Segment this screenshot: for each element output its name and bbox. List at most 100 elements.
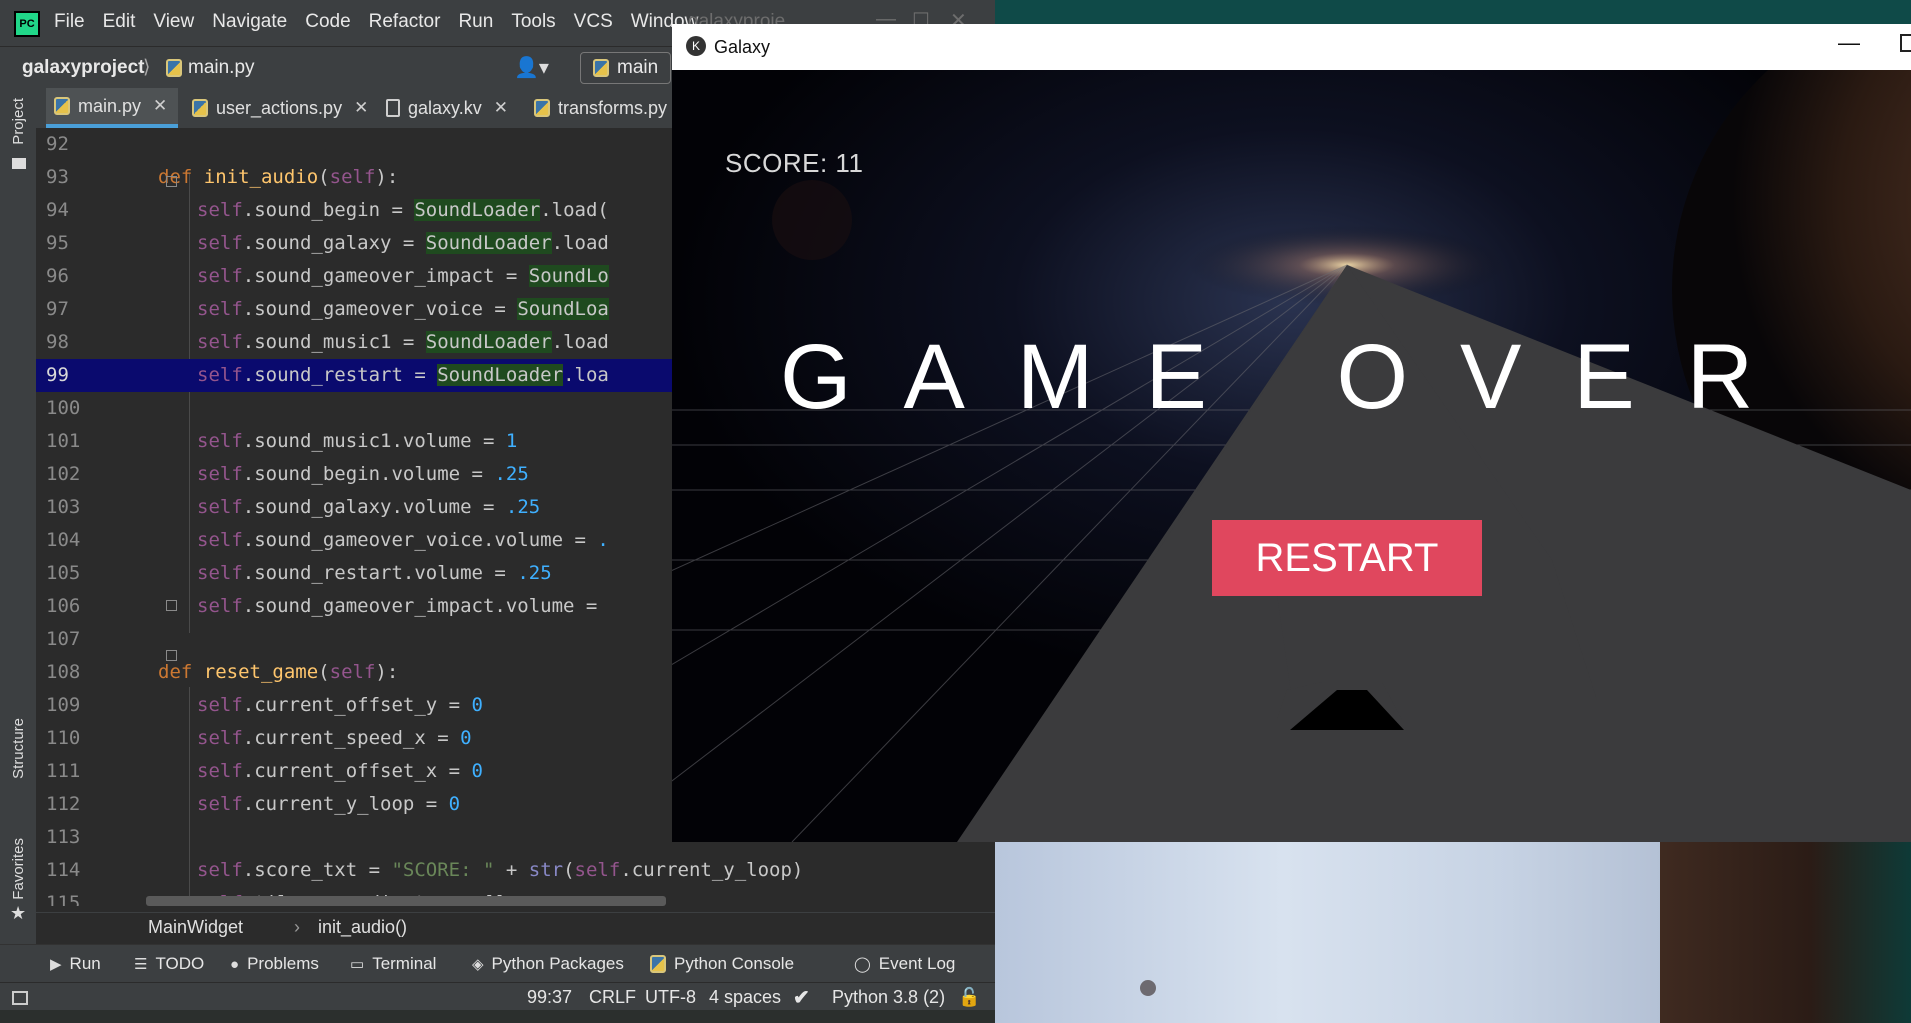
code-text: self.score_txt = "SCORE: " + str(self.cu…: [197, 859, 804, 881]
python-packages-tool-button[interactable]: ◈ Python Packages: [472, 954, 624, 974]
run-tool-button[interactable]: ▶ Run: [50, 954, 101, 974]
python-file-icon: [192, 99, 208, 117]
game-canvas[interactable]: SCORE: 11 GAME OVER RESTART: [672, 70, 1911, 842]
layout-toggle-icon[interactable]: [12, 991, 28, 1005]
tab-transforms-py[interactable]: transforms.py: [534, 88, 667, 128]
score-label: SCORE: 11: [725, 148, 864, 178]
python-packages-tool-label: Python Packages: [491, 954, 624, 973]
event-log-tool-button[interactable]: ◯ Event Log: [854, 954, 955, 974]
editor-breadcrumb: MainWidget › init_audio(): [36, 912, 995, 943]
code-line[interactable]: 114 self.score_txt = "SCORE: " + str(self…: [36, 854, 995, 887]
crumb-chevron-icon: ⟩: [143, 57, 151, 78]
game-over-title: GAME OVER: [780, 326, 1806, 428]
pycharm-logo-icon[interactable]: PC: [14, 11, 40, 37]
menu-vcs[interactable]: VCS: [574, 11, 613, 33]
todo-tool-button[interactable]: ☰ TODO: [134, 954, 204, 974]
line-number: 114: [46, 859, 81, 881]
terminal-icon: ▭: [350, 956, 365, 973]
horizontal-scrollbar[interactable]: [146, 896, 666, 906]
line-separator[interactable]: CRLF: [589, 987, 636, 1008]
webcam-person-hand: [1660, 842, 1911, 1023]
run-config-label: main: [617, 57, 659, 78]
line-number: 101: [46, 430, 81, 452]
project-crumb[interactable]: galaxyproject: [22, 57, 145, 79]
python-console-tool-button[interactable]: Python Console: [650, 954, 794, 974]
fold-marker-icon[interactable]: [166, 650, 177, 661]
galaxy-game-window: K Galaxy — SCORE: 11 GAME OVER RESTART: [672, 24, 1911, 842]
line-number: 113: [46, 826, 81, 848]
menu-refactor[interactable]: Refactor: [369, 11, 441, 33]
tab-main-py[interactable]: main.py ✕: [46, 88, 178, 128]
code-text: self.sound_galaxy = SoundLoader.load: [197, 232, 609, 254]
code-text: self.sound_begin.volume = .25: [197, 463, 529, 485]
code-text: self.sound_gameover_impact = SoundLo: [197, 265, 609, 287]
small-planet-graphic: [772, 180, 852, 260]
line-number: 97: [46, 298, 69, 320]
caret-position[interactable]: 99:37: [527, 987, 572, 1008]
kv-file-icon: [386, 99, 400, 117]
folder-icon: [12, 158, 26, 169]
line-number: 98: [46, 331, 69, 353]
menu-tools[interactable]: Tools: [511, 11, 555, 33]
inspection-check-icon[interactable]: ✔: [793, 985, 810, 1010]
status-bar: 99:37 CRLF UTF-8 4 spaces ✔ Python 3.8 (…: [0, 982, 995, 1010]
menu-file[interactable]: File: [54, 11, 85, 33]
line-number: 115: [46, 892, 81, 906]
line-number: 94: [46, 199, 69, 221]
code-text: self.current_offset_x = 0: [197, 760, 483, 782]
close-tab-icon[interactable]: ✕: [354, 98, 368, 118]
game-title-bar[interactable]: K Galaxy —: [672, 24, 1911, 70]
breadcrumb-method[interactable]: init_audio(): [318, 917, 407, 938]
line-number: 106: [46, 595, 81, 617]
line-number: 109: [46, 694, 81, 716]
menu-edit[interactable]: Edit: [103, 11, 136, 33]
line-number: 92: [46, 133, 69, 155]
code-text: self.sound_gameover_voice.volume = .: [197, 529, 609, 551]
line-number: 107: [46, 628, 81, 650]
account-dropdown-icon[interactable]: 👤▾: [514, 55, 549, 80]
problems-tool-button[interactable]: ● Problems: [230, 954, 319, 974]
kivy-app-icon: K: [686, 36, 706, 56]
file-crumb[interactable]: main.py: [166, 57, 255, 79]
breadcrumb-class[interactable]: MainWidget: [148, 917, 243, 938]
game-minimize-button[interactable]: —: [1838, 30, 1860, 56]
fold-marker-icon[interactable]: [166, 600, 177, 611]
code-text: self.sound_restart.volume = .25: [197, 562, 552, 584]
favorites-tool-button[interactable]: Favorites: [10, 838, 27, 900]
line-number: 105: [46, 562, 81, 584]
fold-marker-icon[interactable]: [166, 176, 177, 187]
play-icon: ▶: [50, 956, 62, 973]
python-file-icon: [534, 99, 550, 117]
close-tab-icon[interactable]: ✕: [494, 98, 508, 118]
lock-icon[interactable]: 🔓: [958, 987, 980, 1008]
game-maximize-button[interactable]: [1900, 34, 1911, 52]
indent-setting[interactable]: 4 spaces: [709, 987, 781, 1008]
tab-user-actions-py[interactable]: user_actions.py ✕: [192, 88, 368, 128]
main-menu: File Edit View Navigate Code Refactor Ru…: [54, 11, 698, 33]
code-text: def reset_game(self):: [158, 661, 399, 683]
menu-run[interactable]: Run: [458, 11, 493, 33]
menu-view[interactable]: View: [153, 11, 194, 33]
run-config-selector[interactable]: main: [580, 52, 672, 84]
code-text: self.sound_restart = SoundLoader.loa: [197, 364, 609, 386]
project-tool-button[interactable]: Project: [10, 98, 27, 145]
tab-galaxy-kv[interactable]: galaxy.kv ✕: [386, 88, 508, 128]
breadcrumb-chevron-icon: ›: [294, 917, 300, 937]
menu-code[interactable]: Code: [305, 11, 350, 33]
code-text: self.sound_music1 = SoundLoader.load: [197, 331, 609, 353]
terminal-tool-label: Terminal: [372, 954, 437, 973]
python-console-icon: [650, 955, 666, 973]
star-icon: ★: [10, 903, 27, 924]
close-tab-icon[interactable]: ✕: [153, 96, 167, 116]
code-text: def init_audio(self):: [158, 166, 399, 188]
restart-button[interactable]: RESTART: [1212, 520, 1482, 596]
python-interpreter[interactable]: Python 3.8 (2): [832, 987, 945, 1008]
terminal-tool-button[interactable]: ▭ Terminal: [350, 954, 436, 974]
line-number: 108: [46, 661, 81, 683]
line-number: 110: [46, 727, 81, 749]
menu-navigate[interactable]: Navigate: [212, 11, 287, 33]
file-encoding[interactable]: UTF-8: [645, 987, 696, 1008]
python-file-icon: [166, 59, 182, 77]
line-number: 99: [46, 364, 69, 386]
structure-tool-button[interactable]: Structure: [10, 718, 27, 779]
